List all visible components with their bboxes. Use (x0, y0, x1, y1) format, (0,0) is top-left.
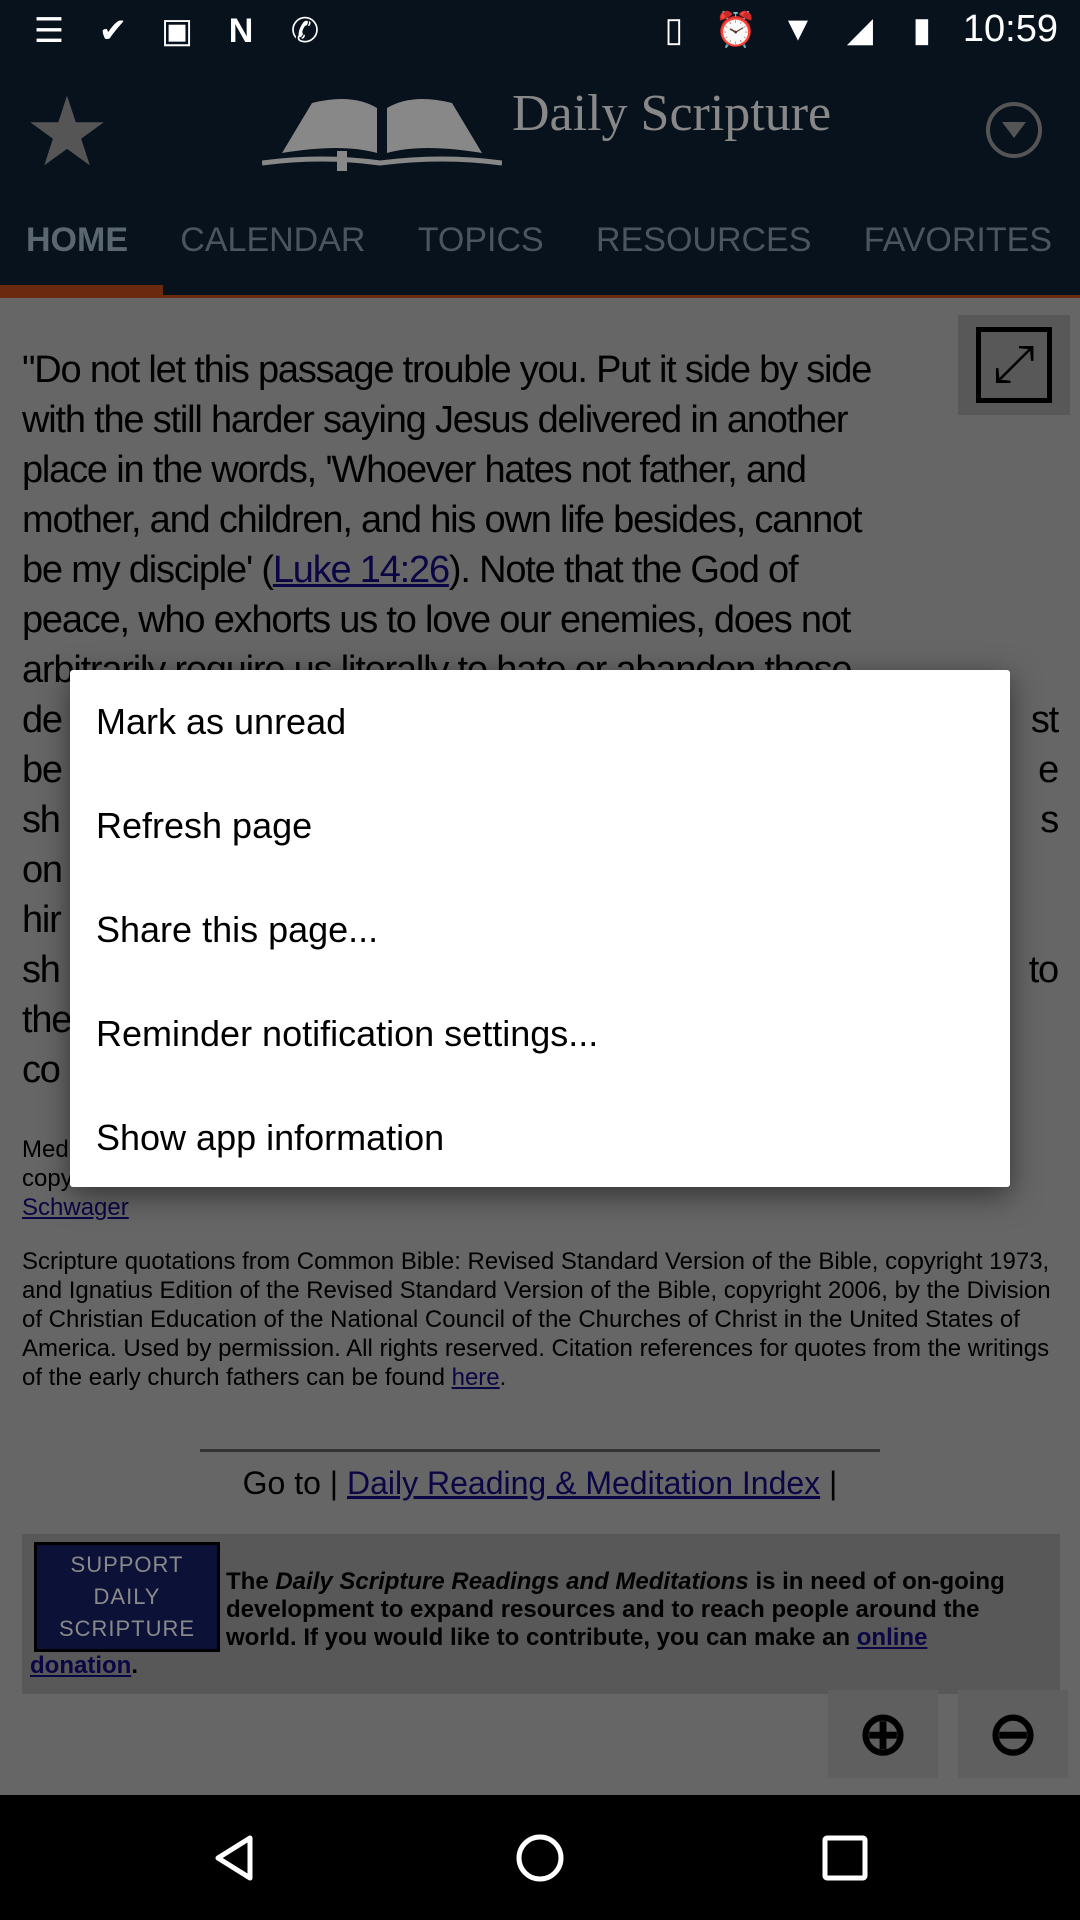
text: be my disciple' ( (22, 549, 274, 591)
text-line: be my disciple' (Luke 14:26). Note that … (22, 545, 1058, 595)
clock: 10:59 (962, 8, 1058, 50)
text-line: peace, who exhorts us to love our enemie… (22, 599, 851, 641)
back-icon[interactable] (210, 1833, 260, 1883)
badge-text: SCRIPTURE (58, 1616, 196, 1641)
text: hir (22, 899, 62, 941)
text: s (1040, 799, 1059, 841)
text: ). Note that the God of (448, 549, 799, 591)
text: sh (22, 799, 61, 841)
zoom-in-button[interactable]: ⊕ (828, 1690, 938, 1778)
whatsapp-icon: ✆ (290, 12, 320, 50)
vibrate-icon: ▯ (664, 10, 684, 49)
author-link[interactable]: Schwager (22, 1194, 129, 1221)
tab-calendar[interactable]: CALENDAR (180, 210, 365, 290)
text: Daily Scripture Readings and Meditations (275, 1568, 749, 1595)
badge-text: SUPPORT (70, 1552, 184, 1577)
donation-link[interactable]: donation (30, 1652, 131, 1679)
text-line: "Do not let this passage trouble you. Pu… (22, 349, 872, 391)
tab-divider (0, 295, 1080, 298)
text: e (1038, 749, 1059, 791)
menu-item-app-info[interactable]: Show app information (70, 1086, 1010, 1190)
zoom-in-icon: ⊕ (857, 1700, 909, 1767)
star-favorite-icon[interactable]: ★ (24, 85, 110, 181)
tab-topics[interactable]: TOPICS (418, 210, 544, 290)
menu-item-reminder-settings[interactable]: Reminder notification settings... (70, 982, 1010, 1086)
text-line: place in the words, 'Whoever hates not f… (22, 449, 807, 491)
signal-icon: ◢ (846, 10, 873, 49)
tab-home[interactable]: HOME (26, 210, 128, 290)
online-link[interactable]: online (857, 1624, 928, 1651)
overflow-menu-button[interactable] (986, 102, 1042, 158)
recents-icon[interactable] (820, 1833, 870, 1883)
goto-suffix: | (820, 1465, 838, 1501)
app-title: Daily Scripture (512, 85, 832, 142)
status-bar: ☰ ✔ ▣ N ✆ ▯ ⏰ ▼ ◢ ▮ 10:59 (0, 0, 1080, 65)
text: to (1028, 949, 1060, 991)
notice-text: Scripture quotations from Common Bible: … (22, 1248, 1051, 1391)
zoom-out-icon: ⊖ (987, 1700, 1039, 1767)
menu-item-mark-unread[interactable]: Mark as unread (70, 670, 1010, 774)
support-text: The Daily Scripture Readings and Meditat… (226, 1568, 1046, 1652)
navigation-bar (0, 1795, 1080, 1920)
tasks-check-icon: ✔ (98, 12, 128, 50)
text: sh (22, 949, 61, 991)
text-line: mother, and children, and his own life b… (22, 499, 863, 541)
donation-line: donation. (30, 1652, 138, 1679)
app-header: ★ Daily Scripture HOME CALENDAR TOPICS R… (0, 65, 1080, 298)
fullscreen-icon: ⤢ (976, 327, 1052, 403)
tab-resources[interactable]: RESOURCES (596, 210, 811, 290)
text: the (22, 999, 72, 1041)
goto-label: Go to | (242, 1465, 347, 1501)
goto-line: Go to | Daily Reading & Meditation Index… (0, 1465, 1080, 1502)
alarm-icon: ⏰ (714, 10, 758, 49)
book-icon (262, 99, 502, 171)
text: be (22, 749, 63, 791)
battery-charging-icon: ▮ (912, 10, 932, 49)
notes-icon: ☰ (33, 12, 65, 50)
n-app-icon: N (228, 11, 254, 50)
image-icon: ▣ (160, 12, 194, 50)
text: st (1030, 699, 1059, 741)
text: de (22, 699, 63, 741)
here-link[interactable]: here (452, 1364, 500, 1391)
tab-favorites[interactable]: FAVORITES (864, 210, 1052, 290)
divider (200, 1449, 880, 1452)
menu-item-refresh[interactable]: Refresh page (70, 774, 1010, 878)
text: on (22, 849, 63, 891)
options-menu: Mark as unread Refresh page Share this p… (70, 670, 1010, 1187)
menu-item-share[interactable]: Share this page... (70, 878, 1010, 982)
support-badge[interactable]: SUPPORT DAILY SCRIPTURE (34, 1542, 220, 1652)
zoom-out-button[interactable]: ⊖ (958, 1690, 1068, 1778)
fullscreen-button[interactable]: ⤢ (958, 315, 1070, 415)
text: The (226, 1568, 276, 1595)
app-logo: Daily Scripture (262, 85, 831, 173)
support-box: SUPPORT DAILY SCRIPTURE The Daily Script… (22, 1534, 1060, 1694)
wifi-icon: ▼ (781, 10, 815, 48)
text-line: with the still harder saying Jesus deliv… (22, 399, 849, 441)
luke-link[interactable]: Luke 14:26 (273, 549, 450, 591)
text: co (22, 1049, 61, 1091)
tab-bar: HOME CALENDAR TOPICS RESOURCES FAVORITES (0, 210, 1080, 290)
home-icon[interactable] (515, 1833, 565, 1883)
index-link[interactable]: Daily Reading & Meditation Index (347, 1465, 820, 1501)
scripture-notice: Scripture quotations from Common Bible: … (22, 1248, 1051, 1391)
badge-text: DAILY (93, 1584, 161, 1609)
